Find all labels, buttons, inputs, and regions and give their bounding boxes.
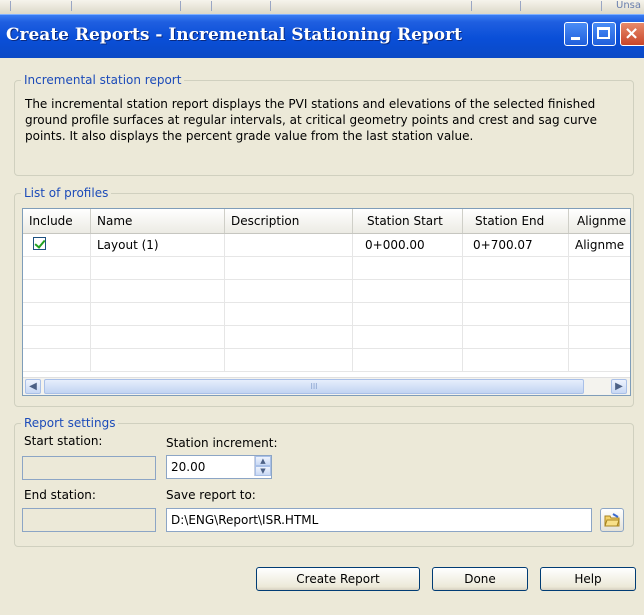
toolbar-fragment xyxy=(180,1,212,11)
report-description: The incremental station report displays … xyxy=(25,97,597,143)
table-header: Include Name Description Station Start S… xyxy=(23,209,630,234)
info-group-title: Incremental station report xyxy=(21,73,185,87)
window-title: Create Reports - Incremental Stationing … xyxy=(6,25,462,45)
info-group: Incremental station report The increment… xyxy=(14,73,634,176)
help-button[interactable]: Help xyxy=(540,567,636,591)
toolbar-fragment xyxy=(270,1,472,11)
done-button[interactable]: Done xyxy=(432,567,528,591)
station-increment-label: Station increment: xyxy=(166,436,278,450)
column-header-station-start[interactable]: Station Start xyxy=(353,209,463,233)
toolbar-fragment xyxy=(520,1,602,11)
description-cell xyxy=(225,234,353,256)
create-report-button[interactable]: Create Report xyxy=(256,567,420,591)
start-station-label: Start station: xyxy=(24,434,103,448)
background-toolbar-strip: Unsa xyxy=(0,0,644,15)
spin-down-icon[interactable]: ▼ xyxy=(255,466,271,476)
column-header-include[interactable]: Include xyxy=(23,209,91,233)
column-header-station-end[interactable]: Station End xyxy=(463,209,569,233)
name-cell: Layout (1) xyxy=(91,234,225,256)
column-header-alignment[interactable]: Alignme xyxy=(569,209,630,233)
empty-row xyxy=(23,280,630,303)
table-row[interactable]: Layout (1) 0+000.00 0+700.07 Alignme xyxy=(23,234,630,257)
include-cell[interactable] xyxy=(23,234,91,256)
chevron-right-icon[interactable]: ▶ xyxy=(611,379,627,394)
station-start-cell: 0+000.00 xyxy=(353,234,463,256)
browse-button[interactable] xyxy=(600,508,624,532)
horizontal-scrollbar[interactable]: ◀ III ▶ xyxy=(23,377,630,395)
checkbox-checked-icon[interactable] xyxy=(33,237,46,250)
save-report-path-input[interactable]: D:\ENG\Report\ISR.HTML xyxy=(166,508,592,532)
scroll-thumb[interactable]: III xyxy=(44,379,584,394)
profiles-group-title: List of profiles xyxy=(21,186,112,200)
maximize-button[interactable] xyxy=(592,22,616,46)
station-end-cell: 0+700.07 xyxy=(463,234,569,256)
report-settings-group-title: Report settings xyxy=(21,416,119,430)
minimize-button[interactable] xyxy=(564,22,588,46)
save-report-label: Save report to: xyxy=(166,488,256,502)
background-toolbar-text: Unsa xyxy=(616,0,641,11)
alignment-cell: Alignme xyxy=(575,238,625,252)
toolbar-fragment xyxy=(10,1,72,11)
column-header-description[interactable]: Description xyxy=(225,209,353,233)
close-icon: × xyxy=(624,23,640,44)
chevron-left-icon[interactable]: ◀ xyxy=(25,379,41,394)
empty-row xyxy=(23,257,630,280)
profiles-table[interactable]: Include Name Description Station Start S… xyxy=(22,208,631,396)
empty-row xyxy=(23,349,630,372)
start-station-input[interactable] xyxy=(22,456,156,480)
folder-browse-icon xyxy=(604,513,620,527)
empty-row xyxy=(23,326,630,349)
title-bar[interactable]: Create Reports - Incremental Stationing … xyxy=(0,14,644,58)
close-button[interactable]: × xyxy=(620,22,644,46)
column-header-name[interactable]: Name xyxy=(91,209,225,233)
end-station-input[interactable] xyxy=(22,508,156,532)
spin-up-icon[interactable]: ▲ xyxy=(255,456,271,466)
end-station-label: End station: xyxy=(24,488,96,502)
station-increment-spinner[interactable]: ▲ ▼ xyxy=(254,456,271,476)
empty-row xyxy=(23,303,630,326)
